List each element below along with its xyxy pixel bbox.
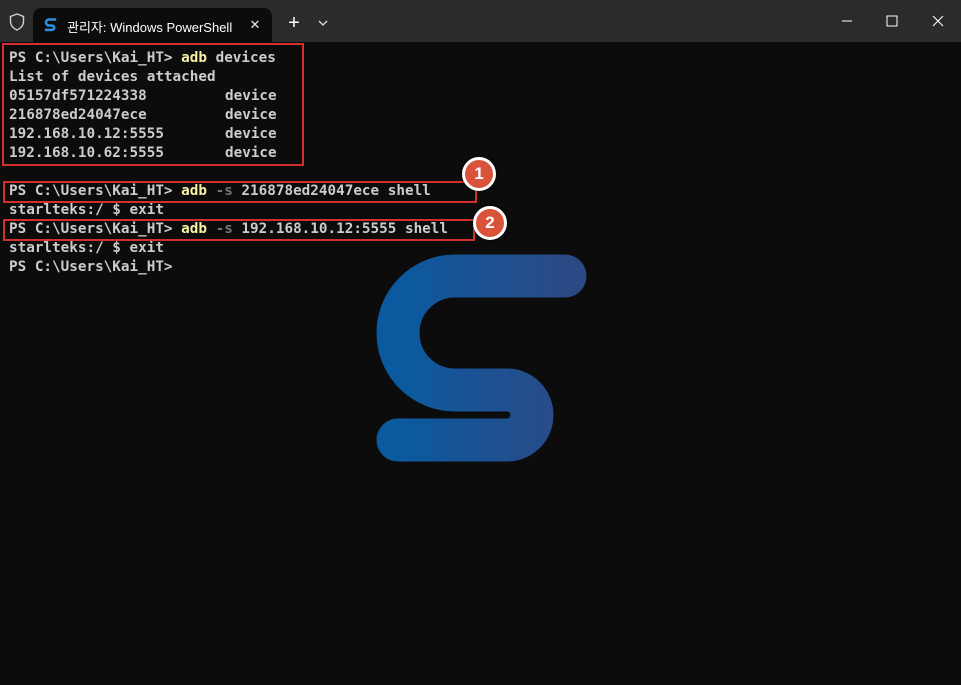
close-icon[interactable] — [915, 0, 961, 42]
highlight-box-2 — [3, 219, 475, 241]
title-bar: 관리자: Windows PowerShell ✕ + — [0, 0, 961, 42]
tab-close-icon[interactable]: ✕ — [245, 15, 265, 35]
highlight-box-1 — [3, 181, 477, 203]
s-logo-watermark — [376, 254, 587, 462]
shield-icon — [9, 13, 25, 31]
badge-2: 2 — [473, 206, 507, 240]
badge-1: 1 — [462, 157, 496, 191]
maximize-icon[interactable] — [869, 0, 915, 42]
prompt: PS C:\Users\Kai_HT> — [9, 259, 173, 275]
terminal-line: starlteks:/ $ exit — [9, 240, 164, 256]
new-tab-button[interactable]: + — [283, 12, 305, 34]
tab-title: 관리자: Windows PowerShell — [67, 20, 233, 35]
chevron-down-icon[interactable] — [314, 14, 332, 32]
terminal-line: PS C:\Users\Kai_HT> — [9, 258, 173, 277]
powershell-logo-icon — [44, 18, 57, 32]
minimize-icon[interactable] — [824, 0, 870, 42]
highlight-box-devices — [2, 43, 304, 166]
terminal-line: starlteks:/ $ exit — [9, 202, 164, 218]
tab-powershell[interactable]: 관리자: Windows PowerShell ✕ — [33, 8, 272, 42]
